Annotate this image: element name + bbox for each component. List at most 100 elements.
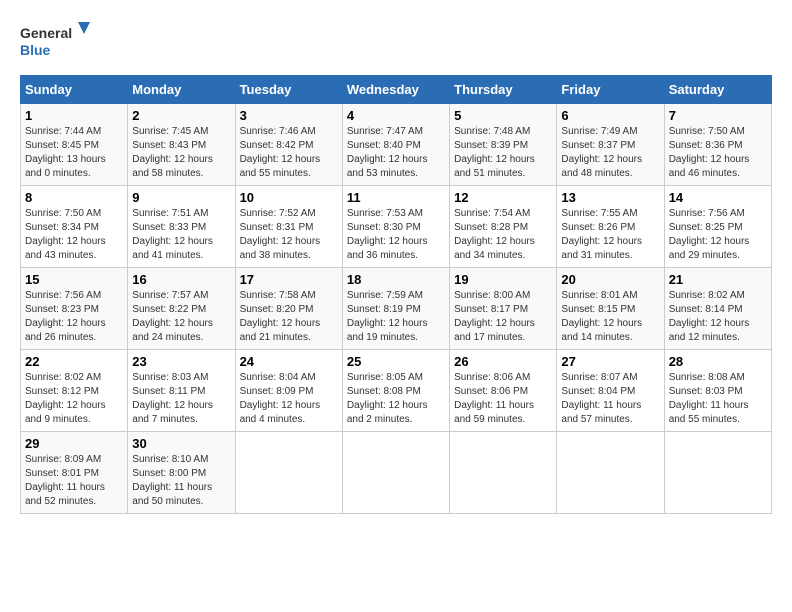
day-number: 28 (669, 354, 767, 369)
svg-text:Blue: Blue (20, 42, 51, 58)
day-info: Sunrise: 7:51 AMSunset: 8:33 PMDaylight:… (132, 208, 213, 261)
calendar-cell: 15 Sunrise: 7:56 AMSunset: 8:23 PMDaylig… (21, 268, 128, 350)
day-number: 26 (454, 354, 552, 369)
day-info: Sunrise: 7:50 AMSunset: 8:36 PMDaylight:… (669, 126, 750, 179)
day-info: Sunrise: 8:02 AMSunset: 8:14 PMDaylight:… (669, 290, 750, 343)
page-header: General Blue (20, 20, 772, 65)
day-number: 6 (561, 108, 659, 123)
calendar-cell: 29 Sunrise: 8:09 AMSunset: 8:01 PMDaylig… (21, 432, 128, 514)
day-info: Sunrise: 7:44 AMSunset: 8:45 PMDaylight:… (25, 126, 106, 179)
calendar-week-row: 22 Sunrise: 8:02 AMSunset: 8:12 PMDaylig… (21, 350, 772, 432)
day-info: Sunrise: 7:53 AMSunset: 8:30 PMDaylight:… (347, 208, 428, 261)
day-number: 20 (561, 272, 659, 287)
calendar-cell: 22 Sunrise: 8:02 AMSunset: 8:12 PMDaylig… (21, 350, 128, 432)
day-info: Sunrise: 8:08 AMSunset: 8:03 PMDaylight:… (669, 372, 749, 425)
column-header-thursday: Thursday (450, 76, 557, 104)
calendar-cell (235, 432, 342, 514)
day-number: 2 (132, 108, 230, 123)
day-info: Sunrise: 7:57 AMSunset: 8:22 PMDaylight:… (132, 290, 213, 343)
day-info: Sunrise: 8:05 AMSunset: 8:08 PMDaylight:… (347, 372, 428, 425)
day-number: 22 (25, 354, 123, 369)
day-number: 16 (132, 272, 230, 287)
calendar-cell: 20 Sunrise: 8:01 AMSunset: 8:15 PMDaylig… (557, 268, 664, 350)
calendar-cell: 19 Sunrise: 8:00 AMSunset: 8:17 PMDaylig… (450, 268, 557, 350)
calendar-cell: 9 Sunrise: 7:51 AMSunset: 8:33 PMDayligh… (128, 186, 235, 268)
calendar-cell: 6 Sunrise: 7:49 AMSunset: 8:37 PMDayligh… (557, 104, 664, 186)
calendar-cell: 14 Sunrise: 7:56 AMSunset: 8:25 PMDaylig… (664, 186, 771, 268)
day-number: 7 (669, 108, 767, 123)
calendar-header-row: SundayMondayTuesdayWednesdayThursdayFrid… (21, 76, 772, 104)
day-number: 9 (132, 190, 230, 205)
day-info: Sunrise: 7:45 AMSunset: 8:43 PMDaylight:… (132, 126, 213, 179)
day-info: Sunrise: 8:00 AMSunset: 8:17 PMDaylight:… (454, 290, 535, 343)
svg-text:General: General (20, 25, 72, 41)
day-number: 3 (240, 108, 338, 123)
calendar-cell: 13 Sunrise: 7:55 AMSunset: 8:26 PMDaylig… (557, 186, 664, 268)
day-number: 12 (454, 190, 552, 205)
logo: General Blue (20, 20, 90, 65)
calendar-cell: 7 Sunrise: 7:50 AMSunset: 8:36 PMDayligh… (664, 104, 771, 186)
day-number: 30 (132, 436, 230, 451)
calendar-cell: 1 Sunrise: 7:44 AMSunset: 8:45 PMDayligh… (21, 104, 128, 186)
calendar-cell (557, 432, 664, 514)
calendar-cell: 17 Sunrise: 7:58 AMSunset: 8:20 PMDaylig… (235, 268, 342, 350)
calendar-cell: 8 Sunrise: 7:50 AMSunset: 8:34 PMDayligh… (21, 186, 128, 268)
day-info: Sunrise: 7:49 AMSunset: 8:37 PMDaylight:… (561, 126, 642, 179)
calendar-cell: 30 Sunrise: 8:10 AMSunset: 8:00 PMDaylig… (128, 432, 235, 514)
day-number: 5 (454, 108, 552, 123)
calendar-cell: 3 Sunrise: 7:46 AMSunset: 8:42 PMDayligh… (235, 104, 342, 186)
calendar-cell: 5 Sunrise: 7:48 AMSunset: 8:39 PMDayligh… (450, 104, 557, 186)
day-info: Sunrise: 7:52 AMSunset: 8:31 PMDaylight:… (240, 208, 321, 261)
column-header-monday: Monday (128, 76, 235, 104)
day-info: Sunrise: 7:58 AMSunset: 8:20 PMDaylight:… (240, 290, 321, 343)
calendar-cell: 18 Sunrise: 7:59 AMSunset: 8:19 PMDaylig… (342, 268, 449, 350)
column-header-wednesday: Wednesday (342, 76, 449, 104)
day-info: Sunrise: 7:46 AMSunset: 8:42 PMDaylight:… (240, 126, 321, 179)
day-info: Sunrise: 7:48 AMSunset: 8:39 PMDaylight:… (454, 126, 535, 179)
calendar-cell: 23 Sunrise: 8:03 AMSunset: 8:11 PMDaylig… (128, 350, 235, 432)
day-number: 23 (132, 354, 230, 369)
calendar-cell (342, 432, 449, 514)
day-info: Sunrise: 8:06 AMSunset: 8:06 PMDaylight:… (454, 372, 534, 425)
calendar-table: SundayMondayTuesdayWednesdayThursdayFrid… (20, 75, 772, 514)
day-info: Sunrise: 8:03 AMSunset: 8:11 PMDaylight:… (132, 372, 213, 425)
calendar-cell: 4 Sunrise: 7:47 AMSunset: 8:40 PMDayligh… (342, 104, 449, 186)
column-header-tuesday: Tuesday (235, 76, 342, 104)
calendar-cell (664, 432, 771, 514)
day-info: Sunrise: 7:56 AMSunset: 8:23 PMDaylight:… (25, 290, 106, 343)
calendar-cell: 16 Sunrise: 7:57 AMSunset: 8:22 PMDaylig… (128, 268, 235, 350)
calendar-cell: 24 Sunrise: 8:04 AMSunset: 8:09 PMDaylig… (235, 350, 342, 432)
day-number: 25 (347, 354, 445, 369)
day-number: 18 (347, 272, 445, 287)
day-number: 11 (347, 190, 445, 205)
calendar-cell: 27 Sunrise: 8:07 AMSunset: 8:04 PMDaylig… (557, 350, 664, 432)
day-info: Sunrise: 7:55 AMSunset: 8:26 PMDaylight:… (561, 208, 642, 261)
day-number: 13 (561, 190, 659, 205)
day-number: 21 (669, 272, 767, 287)
day-number: 14 (669, 190, 767, 205)
logo-svg: General Blue (20, 20, 90, 65)
day-info: Sunrise: 8:07 AMSunset: 8:04 PMDaylight:… (561, 372, 641, 425)
column-header-friday: Friday (557, 76, 664, 104)
calendar-cell: 10 Sunrise: 7:52 AMSunset: 8:31 PMDaylig… (235, 186, 342, 268)
day-info: Sunrise: 7:56 AMSunset: 8:25 PMDaylight:… (669, 208, 750, 261)
day-number: 15 (25, 272, 123, 287)
day-number: 27 (561, 354, 659, 369)
calendar-cell: 28 Sunrise: 8:08 AMSunset: 8:03 PMDaylig… (664, 350, 771, 432)
day-info: Sunrise: 8:09 AMSunset: 8:01 PMDaylight:… (25, 454, 105, 507)
calendar-week-row: 15 Sunrise: 7:56 AMSunset: 8:23 PMDaylig… (21, 268, 772, 350)
calendar-cell: 21 Sunrise: 8:02 AMSunset: 8:14 PMDaylig… (664, 268, 771, 350)
day-number: 8 (25, 190, 123, 205)
day-info: Sunrise: 8:10 AMSunset: 8:00 PMDaylight:… (132, 454, 212, 507)
day-number: 1 (25, 108, 123, 123)
calendar-cell: 25 Sunrise: 8:05 AMSunset: 8:08 PMDaylig… (342, 350, 449, 432)
day-number: 17 (240, 272, 338, 287)
calendar-week-row: 29 Sunrise: 8:09 AMSunset: 8:01 PMDaylig… (21, 432, 772, 514)
day-number: 24 (240, 354, 338, 369)
day-info: Sunrise: 7:54 AMSunset: 8:28 PMDaylight:… (454, 208, 535, 261)
day-info: Sunrise: 7:47 AMSunset: 8:40 PMDaylight:… (347, 126, 428, 179)
day-number: 10 (240, 190, 338, 205)
day-info: Sunrise: 8:01 AMSunset: 8:15 PMDaylight:… (561, 290, 642, 343)
day-number: 4 (347, 108, 445, 123)
day-info: Sunrise: 7:59 AMSunset: 8:19 PMDaylight:… (347, 290, 428, 343)
